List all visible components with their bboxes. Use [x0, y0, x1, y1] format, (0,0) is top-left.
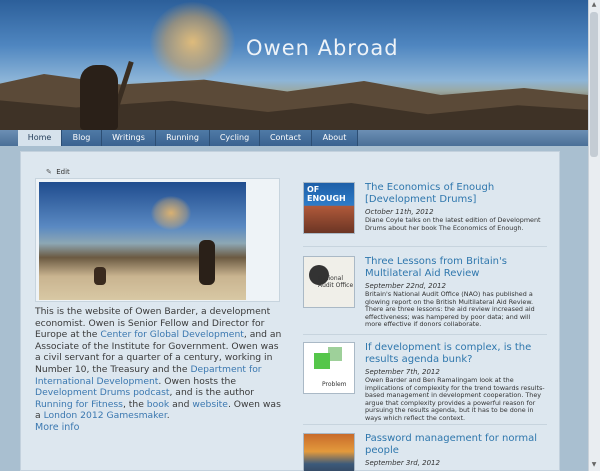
intro-p6: and [169, 398, 193, 410]
post-divider [303, 424, 547, 425]
scroll-down-icon[interactable]: ▼ [590, 461, 598, 469]
post-item: National Audit Office Three Lessons from… [303, 256, 547, 334]
post-thumbnail[interactable]: National Audit Office [303, 256, 355, 308]
post-date: September 3rd, 2012 [365, 459, 440, 467]
link-book[interactable]: book [147, 399, 169, 410]
post-excerpt: Owen Barder and Ben Ramalingam look at t… [365, 376, 545, 422]
nav-running[interactable]: Running [156, 130, 210, 146]
more-info-link[interactable]: More info [35, 422, 79, 433]
site-title[interactable]: Owen Abroad [246, 36, 399, 60]
intro-p4: , and is the author [169, 387, 255, 399]
post-thumbnail[interactable] [303, 433, 355, 471]
link-cgd[interactable]: Center for Global Development [100, 329, 243, 340]
intro-text: This is the website of Owen Barder, a de… [35, 306, 285, 422]
intro-p3: . Owen hosts the [158, 375, 237, 387]
post-divider [303, 334, 547, 335]
feature-photo [39, 182, 246, 300]
diagram-cube [314, 353, 330, 369]
nav-blog[interactable]: Blog [62, 130, 102, 146]
link-gamesmaker[interactable]: London 2012 Gamesmaker [44, 410, 167, 421]
post-thumbnail[interactable]: Problem [303, 342, 355, 394]
header-banner [0, 0, 588, 130]
thumb-text: National Audit Office [318, 275, 354, 289]
thumb-text: OF ENOUGH [307, 185, 346, 203]
link-running[interactable]: Running for Fitness [35, 399, 123, 410]
scrollbar-thumb[interactable] [590, 12, 598, 157]
nav-about[interactable]: About [312, 130, 358, 146]
nav-writings[interactable]: Writings [102, 130, 156, 146]
main-nav: Home Blog Writings Running Cycling Conta… [0, 130, 588, 146]
link-website[interactable]: website [192, 399, 228, 410]
post-item: Problem If development is complex, is th… [303, 342, 547, 422]
post-item: OF ENOUGH The Economics of Enough [Devel… [303, 182, 547, 238]
edit-link[interactable]: ✎ Edit [46, 168, 70, 176]
post-divider [303, 246, 547, 247]
post-title[interactable]: Password management for normal people [365, 433, 545, 457]
photo-person [199, 240, 215, 285]
post-item: Password management for normal people Se… [303, 433, 547, 471]
thumb-text: Problem [322, 381, 347, 388]
pencil-icon: ✎ [46, 168, 52, 176]
intro-p5: , the [122, 398, 147, 410]
post-date: September 7th, 2012 [365, 368, 440, 376]
scroll-up-icon[interactable]: ▲ [590, 1, 598, 9]
post-date: October 11th, 2012 [365, 208, 434, 216]
post-title[interactable]: If development is complex, is the result… [365, 342, 545, 366]
post-date: September 22nd, 2012 [365, 282, 446, 290]
post-title[interactable]: The Economics of Enough [Development Dru… [365, 182, 545, 206]
photo-grain-cloud [151, 196, 191, 230]
nav-home[interactable]: Home [18, 130, 62, 146]
nav-cycling[interactable]: Cycling [210, 130, 260, 146]
post-thumbnail[interactable]: OF ENOUGH [303, 182, 355, 234]
post-excerpt: Diane Coyle talks on the latest edition … [365, 216, 541, 232]
photo-person-2 [94, 267, 106, 285]
banner-grain-cloud [150, 2, 235, 82]
nav-contact[interactable]: Contact [260, 130, 312, 146]
diagram-cube [328, 347, 342, 361]
edit-label[interactable]: Edit [56, 168, 70, 176]
post-title[interactable]: Three Lessons from Britain's Multilatera… [365, 256, 545, 280]
banner-person [80, 65, 118, 130]
post-excerpt: Britain's National Audit Office (NAO) ha… [365, 290, 535, 329]
intro-p8: . [166, 410, 170, 422]
link-podcast[interactable]: Development Drums podcast [35, 387, 169, 398]
